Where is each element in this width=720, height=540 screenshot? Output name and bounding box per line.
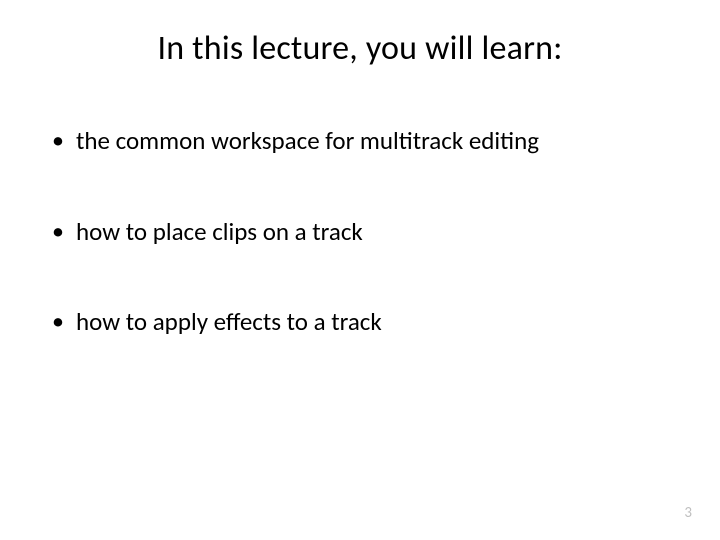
- page-number: 3: [684, 504, 692, 522]
- slide: In this lecture, you will learn: the com…: [0, 0, 720, 540]
- list-item: the common workspace for multitrack edit…: [50, 125, 680, 158]
- bullet-list: the common workspace for multitrack edit…: [40, 125, 680, 339]
- list-item: how to place clips on a track: [50, 216, 680, 249]
- list-item: how to apply effects to a track: [50, 306, 680, 339]
- slide-title: In this lecture, you will learn:: [40, 28, 680, 69]
